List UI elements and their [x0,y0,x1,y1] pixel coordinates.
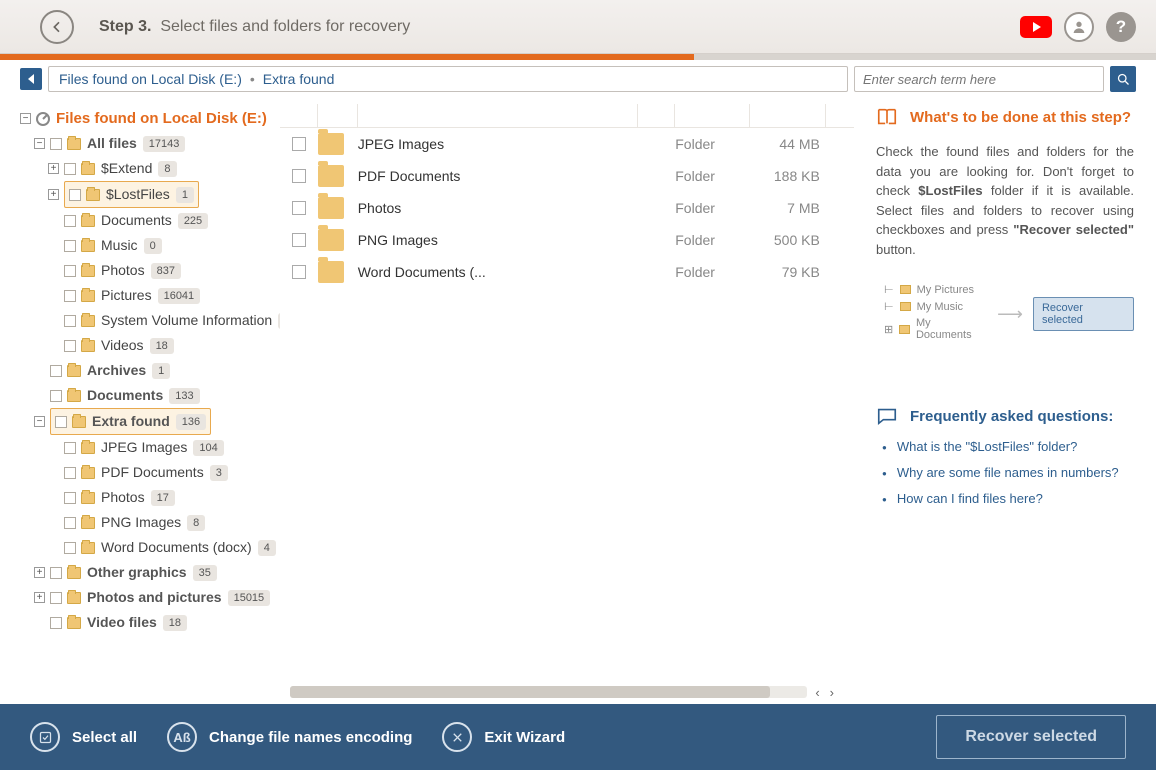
tree-archives[interactable]: Archives1 [20,358,276,383]
tree-item[interactable]: Music0 [20,233,276,258]
youtube-icon[interactable] [1020,16,1052,38]
user-icon [1071,19,1087,35]
tree-video-files[interactable]: Video files18 [20,610,276,635]
arrow-right-icon: ⟶ [997,304,1023,325]
file-size: 79 KB [750,264,825,280]
file-name: PNG Images [358,232,638,248]
tree-extra-found[interactable]: −Extra found136 [20,408,276,435]
file-size: 7 MB [750,200,825,216]
progress-bar [0,54,1156,60]
file-row[interactable]: PNG Images Folder500 KB [280,224,854,256]
illus-recover-button: Recover selected [1033,297,1134,331]
chat-icon [876,405,898,427]
breadcrumb[interactable]: Files found on Local Disk (E:)•Extra fou… [48,66,848,92]
file-name: PDF Documents [358,168,638,184]
file-size: 500 KB [750,232,825,248]
tree-root[interactable]: −Files found on Local Disk (E:) [20,106,276,131]
folder-icon [318,229,344,251]
file-name: Word Documents (... [358,264,638,280]
scroll-left-icon[interactable]: ‹ [815,685,819,700]
folder-icon [318,133,344,155]
file-name: Photos [358,200,638,216]
tree-item[interactable]: Videos18 [20,333,276,358]
change-encoding-button[interactable]: Aß Change file names encoding [167,722,412,752]
file-size: 44 MB [750,136,825,152]
faq-link[interactable]: How can I find files here? [876,491,1134,509]
help-panel: What's to be done at this step? Check th… [854,98,1156,702]
file-row[interactable]: Word Documents (... Folder79 KB [280,256,854,288]
back-button[interactable] [40,10,74,44]
row-checkbox[interactable] [292,233,306,247]
faq-title: Frequently asked questions: [876,405,1134,427]
row-checkbox[interactable] [292,169,306,183]
folder-icon [318,197,344,219]
tree-item[interactable]: PDF Documents3 [20,460,276,485]
close-icon [450,730,465,745]
file-size: 188 KB [750,168,825,184]
folder-icon [318,261,344,283]
scroll-right-icon[interactable]: › [830,685,834,700]
exit-wizard-button[interactable]: Exit Wizard [442,722,565,752]
horizontal-scrollbar[interactable]: ‹› [290,684,834,700]
select-all-button[interactable]: Select all [30,722,137,752]
tree-all-files[interactable]: −All files17143 [20,131,276,156]
footer: Select all Aß Change file names encoding… [0,704,1156,770]
file-type: Folder [675,136,750,152]
faq-link[interactable]: Why are some file names in numbers? [876,465,1134,483]
file-row[interactable]: PDF Documents Folder188 KB [280,160,854,192]
page-title: Step 3. Select files and folders for rec… [99,18,410,36]
tree-lostfiles[interactable]: +$LostFiles1 [20,181,276,208]
row-checkbox[interactable] [292,201,306,215]
tree-item[interactable]: Word Documents (docx)4 [20,535,276,560]
file-list: JPEG ImagesFolder44 MBPDF DocumentsFolde… [280,98,854,702]
book-icon [876,106,898,128]
help-illustration: ⊢My Pictures ⊢My Music ⊞My Documents ⟶ R… [884,283,1134,345]
encoding-icon: Aß [167,722,197,752]
file-type: Folder [675,264,750,280]
tree-item[interactable]: JPEG Images104 [20,435,276,460]
tree-item[interactable]: System Volume Information2 [20,308,276,333]
sidebar-tree: −Files found on Local Disk (E:) −All fil… [0,98,280,702]
search-input[interactable] [854,66,1104,92]
file-name: JPEG Images [358,136,638,152]
file-row[interactable]: JPEG Images Folder44 MB [280,128,854,160]
search-button[interactable] [1110,66,1136,92]
tree-photos-pictures[interactable]: +Photos and pictures15015 [20,585,276,610]
list-header [280,104,854,128]
tree-item[interactable]: Pictures16041 [20,283,276,308]
help-button[interactable]: ? [1106,12,1136,42]
file-type: Folder [675,168,750,184]
checkbox-icon [38,730,53,745]
arrow-left-icon [49,19,65,35]
breadcrumb-row: Files found on Local Disk (E:)•Extra fou… [0,60,1156,98]
tree-other-graphics[interactable]: +Other graphics35 [20,560,276,585]
tree-documents[interactable]: Documents133 [20,383,276,408]
recover-selected-button[interactable]: Recover selected [936,715,1126,759]
tree-item[interactable]: Documents225 [20,208,276,233]
help-title: What's to be done at this step? [876,106,1134,128]
search-icon [1116,72,1131,87]
folder-icon [318,165,344,187]
help-text: Check the found files and folders for th… [876,142,1134,259]
header: Step 3. Select files and folders for rec… [0,0,1156,54]
tree-item[interactable]: +$Extend8 [20,156,276,181]
file-row[interactable]: Photos Folder7 MB [280,192,854,224]
account-button[interactable] [1064,12,1094,42]
file-type: Folder [675,232,750,248]
tree-item[interactable]: Photos837 [20,258,276,283]
tree-item[interactable]: PNG Images8 [20,510,276,535]
tree-item[interactable]: Photos17 [20,485,276,510]
file-type: Folder [675,200,750,216]
faq-link[interactable]: What is the "$LostFiles" folder? [876,439,1134,457]
breadcrumb-back-button[interactable] [20,68,42,90]
row-checkbox[interactable] [292,265,306,279]
row-checkbox[interactable] [292,137,306,151]
